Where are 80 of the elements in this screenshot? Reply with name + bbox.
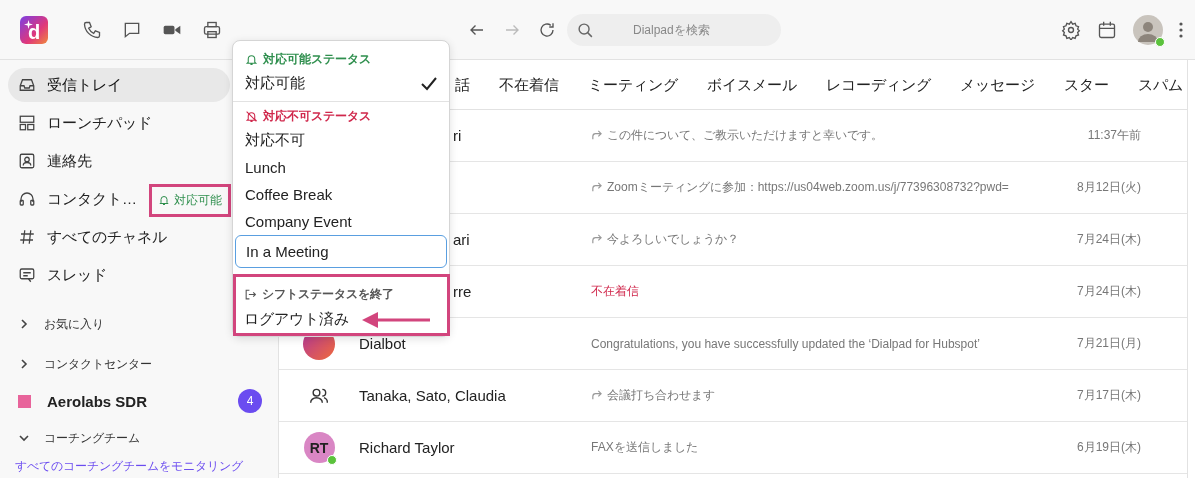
sidebar-item[interactable]: 連絡先 (8, 144, 102, 178)
menu-item[interactable]: Company Event (233, 208, 449, 235)
section-header[interactable]: お気に入り (18, 304, 104, 344)
headset-icon (18, 190, 36, 208)
initials-avatar: RT (303, 432, 335, 463)
settings-icon[interactable] (1061, 19, 1081, 40)
timestamp: 8月12日(火) (1076, 179, 1141, 196)
menu-section-header: 対応可能ステータス (233, 45, 449, 70)
calendar-icon[interactable] (1097, 19, 1117, 40)
card-icon (18, 152, 36, 170)
message-preview: 不在着信 (591, 283, 640, 300)
section-header[interactable]: コーチングチーム (18, 418, 140, 458)
sidebar-item[interactable]: スレッド (8, 258, 117, 292)
section-header[interactable]: コンタクトセンター (18, 344, 152, 384)
inbox-icon (18, 76, 36, 94)
sidebar-item[interactable]: 受信トレイ (8, 68, 230, 102)
tab[interactable]: レコーディング (826, 72, 931, 99)
bell-off-icon (245, 110, 258, 123)
reply-arrow-icon (591, 130, 602, 141)
message-preview: Zoomミーティングに参加：https://us04web.zoom.us/j/77396308732?pwd= (591, 179, 1023, 196)
reply-arrow-icon (591, 234, 602, 245)
bell-icon (245, 53, 258, 66)
timestamp: 7月21日(月) (1076, 335, 1141, 352)
tab[interactable]: 不在着信 (499, 72, 559, 99)
contact-name: Dialbot (359, 335, 406, 352)
timestamp: 7月17日(木) (1076, 387, 1141, 404)
sidebar-item[interactable]: ローンチパッド (8, 106, 162, 140)
app-logo[interactable]: d (20, 15, 48, 44)
contact-name: ri (453, 127, 462, 144)
printer-icon[interactable] (202, 19, 222, 40)
tab[interactable]: 話 (455, 72, 470, 99)
timestamp: 6月19日(木) (1076, 439, 1141, 456)
search-icon (577, 21, 594, 39)
count-badge: 4 (238, 389, 262, 413)
message-preview: FAXを送信しました (591, 439, 699, 456)
bell-icon (158, 194, 170, 206)
contact-name: Tanaka, Sato, Claudia (359, 387, 506, 404)
hash-icon (18, 228, 36, 246)
reply-arrow-icon (591, 182, 602, 193)
team-item[interactable]: Aerolabs SDR 4 (18, 384, 262, 418)
tab[interactable]: ボイスメール (707, 72, 797, 99)
chevron-icon (18, 432, 30, 444)
menu-item[interactable]: 対応可能 (233, 70, 449, 97)
tab[interactable]: スター (1064, 72, 1109, 99)
contact-name: rre (453, 283, 472, 300)
menu-item[interactable]: ログアウト済み (236, 305, 447, 333)
contact-name: ari (453, 231, 470, 248)
monitor-link[interactable]: すべてのコーチングチームをモニタリング (15, 458, 262, 475)
sidebar-item[interactable]: すべてのチャネル (8, 220, 177, 254)
tab[interactable]: ミーティング (588, 72, 678, 99)
message-preview: この件について、ご教示いただけますと幸いです。 (591, 127, 1023, 144)
phone-icon[interactable] (82, 19, 102, 40)
chevron-icon (18, 318, 30, 330)
message-preview: Congratulations, you have successfully updated the ‘Dialpad for Hubspot’ (591, 336, 981, 351)
menu-item[interactable]: 対応不可 (233, 127, 449, 154)
search-field[interactable]: Dialpadを検索 (567, 13, 781, 46)
timestamp: 11:37午前 (1086, 127, 1141, 144)
contact-name: Richard Taylor (359, 439, 455, 456)
chevron-icon (18, 358, 30, 370)
menu-section-header: 対応不可ステータス (233, 102, 449, 127)
timestamp: 7月24日(木) (1076, 283, 1141, 300)
menu-section-header: シフトステータスを終了 (236, 277, 447, 305)
message-preview: 今よろしいでしょうか？ (591, 231, 1023, 248)
exit-icon (244, 288, 257, 301)
sidebar-item[interactable]: コンタクト… (8, 182, 147, 216)
menu-item[interactable]: In a Meeting (235, 235, 447, 268)
menu-item[interactable]: Lunch (233, 154, 449, 181)
message-preview: 会議打ち合わせます (591, 387, 1023, 404)
tab[interactable]: メッセージ (960, 72, 1035, 99)
thread-icon (18, 266, 36, 284)
checkmark-icon (421, 76, 437, 91)
menu-item[interactable]: Coffee Break (233, 181, 449, 208)
reload-icon[interactable] (538, 20, 556, 39)
tab[interactable]: スパム (1138, 72, 1183, 99)
timestamp: 7月24日(木) (1076, 231, 1141, 248)
grid-icon (18, 114, 36, 132)
status-badge[interactable]: 対応可能 (149, 183, 231, 217)
more-icon[interactable] (1179, 21, 1183, 38)
user-avatar[interactable] (1133, 14, 1163, 45)
reply-arrow-icon (591, 390, 602, 401)
